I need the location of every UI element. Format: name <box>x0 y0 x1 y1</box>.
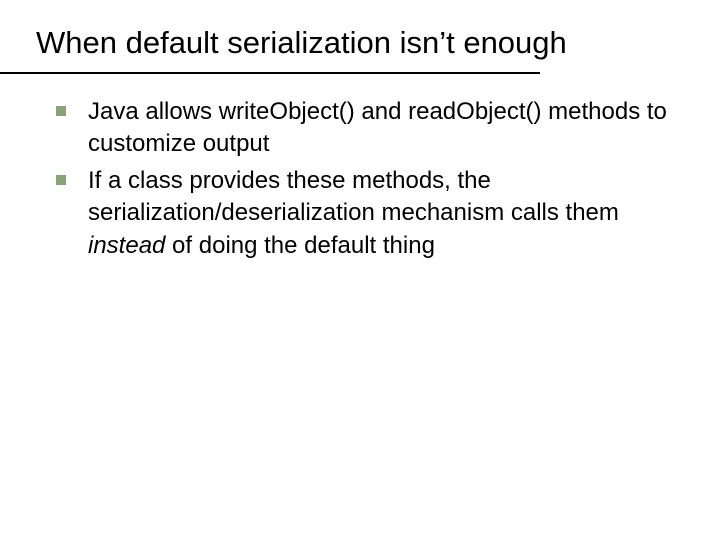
list-item: If a class provides these methods, the s… <box>56 165 680 262</box>
square-bullet-icon <box>56 175 66 185</box>
square-bullet-icon <box>56 106 66 116</box>
bullet-text: Java allows writeObject() and readObject… <box>88 96 680 161</box>
slide: When default serialization isn’t enough … <box>0 0 720 540</box>
slide-title: When default serialization isn’t enough <box>36 26 700 60</box>
list-item: Java allows writeObject() and readObject… <box>56 96 680 161</box>
slide-body: Java allows writeObject() and readObject… <box>56 96 680 266</box>
bullet-text: If a class provides these methods, the s… <box>88 165 680 262</box>
divider <box>0 72 540 74</box>
